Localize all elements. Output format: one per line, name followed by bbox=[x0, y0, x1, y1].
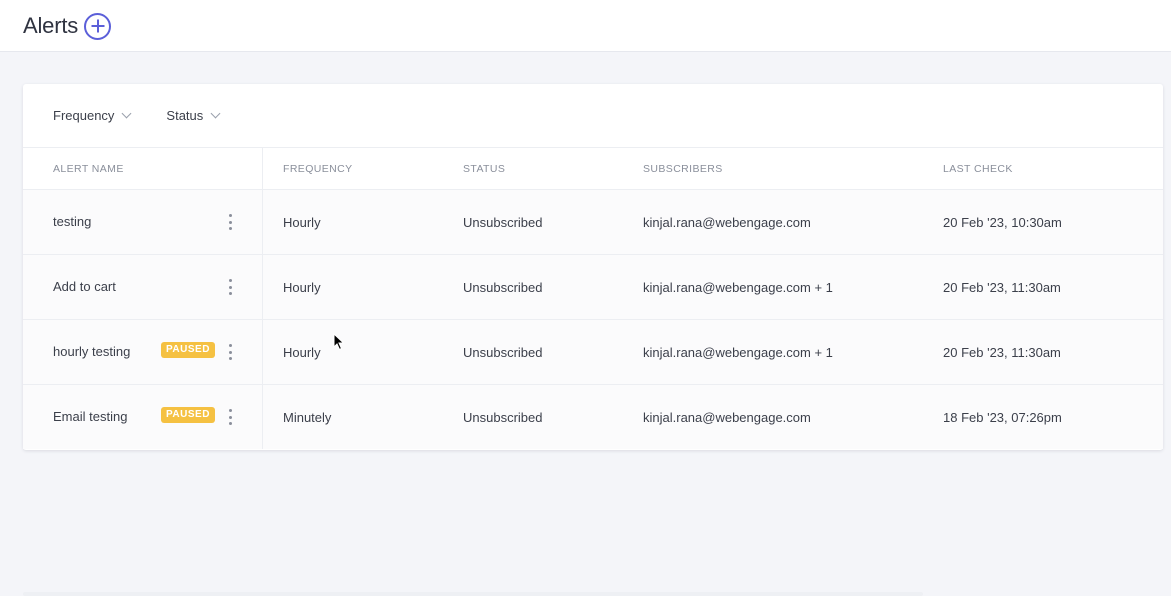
alerts-card: Frequency Status ALERT NAME FREQUENCY ST… bbox=[23, 84, 1163, 450]
bottom-divider bbox=[23, 592, 923, 596]
alert-name-cell: hourly testing PAUSED bbox=[23, 320, 263, 384]
alert-name[interactable]: hourly testing bbox=[53, 344, 130, 359]
filter-bar: Frequency Status bbox=[23, 84, 1163, 148]
subscribers-cell: kinjal.rana@webengage.com + 1 bbox=[643, 344, 833, 360]
add-alert-button[interactable] bbox=[84, 12, 112, 40]
frequency-cell: Hourly bbox=[283, 214, 321, 230]
frequency-cell: Minutely bbox=[283, 409, 332, 425]
column-header-alert-name: ALERT NAME bbox=[23, 148, 263, 189]
table-row[interactable]: Add to cart Hourly Unsubscribed kinjal.r… bbox=[23, 255, 1163, 320]
status-filter-dropdown[interactable]: Status bbox=[166, 108, 221, 123]
alert-name[interactable]: testing bbox=[53, 214, 91, 229]
frequency-filter-label: Frequency bbox=[53, 108, 115, 123]
kebab-menu-icon[interactable] bbox=[228, 344, 232, 360]
last-check-cell: 20 Feb '23, 10:30am bbox=[943, 214, 1062, 230]
table-header: ALERT NAME FREQUENCY STATUS SUBSCRIBERS … bbox=[23, 148, 1163, 190]
last-check-cell: 20 Feb '23, 11:30am bbox=[943, 344, 1061, 360]
column-header-subscribers: SUBSCRIBERS bbox=[643, 162, 723, 175]
kebab-menu-icon[interactable] bbox=[228, 279, 232, 295]
last-check-cell: 18 Feb '23, 07:26pm bbox=[943, 409, 1062, 425]
kebab-menu-icon[interactable] bbox=[228, 214, 232, 230]
column-header-status: STATUS bbox=[463, 162, 506, 175]
status-cell: Unsubscribed bbox=[463, 214, 543, 230]
status-cell: Unsubscribed bbox=[463, 279, 543, 295]
alert-name[interactable]: Add to cart bbox=[53, 279, 116, 294]
column-header-last-check: LAST CHECK bbox=[943, 162, 1013, 175]
alerts-table: ALERT NAME FREQUENCY STATUS SUBSCRIBERS … bbox=[23, 148, 1163, 449]
alert-name-cell: testing bbox=[23, 190, 263, 254]
table-row[interactable]: hourly testing PAUSED Hourly Unsubscribe… bbox=[23, 320, 1163, 385]
chevron-down-icon bbox=[210, 108, 221, 119]
chevron-down-icon bbox=[121, 108, 132, 119]
subscribers-cell: kinjal.rana@webengage.com bbox=[643, 214, 811, 230]
status-cell: Unsubscribed bbox=[463, 344, 543, 360]
frequency-cell: Hourly bbox=[283, 279, 321, 295]
last-check-cell: 20 Feb '23, 11:30am bbox=[943, 279, 1061, 295]
mouse-cursor-icon bbox=[333, 332, 345, 356]
subscribers-cell: kinjal.rana@webengage.com bbox=[643, 409, 811, 425]
kebab-menu-icon[interactable] bbox=[228, 409, 232, 425]
page-title: Alerts bbox=[23, 12, 79, 38]
table-row[interactable]: testing Hourly Unsubscribed kinjal.rana@… bbox=[23, 190, 1163, 255]
subscribers-cell: kinjal.rana@webengage.com + 1 bbox=[643, 279, 833, 295]
alert-name-cell: Add to cart bbox=[23, 255, 263, 319]
paused-status-badge: PAUSED bbox=[161, 407, 215, 423]
alert-name-cell: Email testing PAUSED bbox=[23, 385, 263, 449]
table-row[interactable]: Email testing PAUSED Minutely Unsubscrib… bbox=[23, 385, 1163, 449]
alert-name[interactable]: Email testing bbox=[53, 409, 127, 424]
top-bar: Alerts bbox=[0, 0, 1171, 52]
status-cell: Unsubscribed bbox=[463, 409, 543, 425]
frequency-cell: Hourly bbox=[283, 344, 321, 360]
column-header-frequency: FREQUENCY bbox=[283, 162, 353, 175]
paused-status-badge: PAUSED bbox=[161, 342, 215, 358]
frequency-filter-dropdown[interactable]: Frequency bbox=[53, 108, 132, 123]
status-filter-label: Status bbox=[166, 108, 204, 123]
